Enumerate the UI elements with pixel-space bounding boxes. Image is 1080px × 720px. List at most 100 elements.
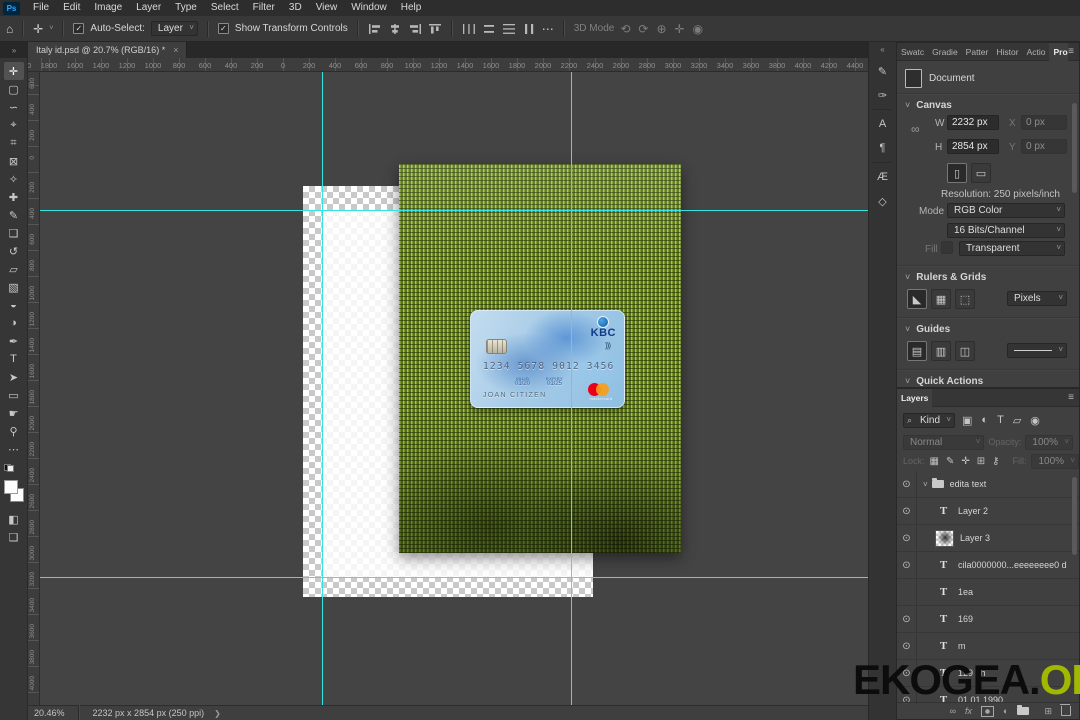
menu-edit[interactable]: Edit	[56, 0, 87, 16]
zoom-level[interactable]: 20.46%	[34, 708, 65, 718]
dodge-tool[interactable]: ◑	[4, 314, 24, 332]
panel-menu-icon[interactable]: ≡	[1068, 46, 1074, 57]
guides-toggle-icon[interactable]: ▤	[907, 341, 927, 361]
show-transform-checkbox[interactable]: ✓	[217, 23, 229, 34]
align-center-h-icon[interactable]	[388, 23, 402, 35]
link-dimensions-icon[interactable]: ∞	[911, 122, 920, 136]
3d-orbit-icon[interactable]: ⟲	[620, 23, 630, 35]
healing-brush-tool[interactable]: ✚	[4, 188, 24, 206]
more-options-icon[interactable]: ⋯	[542, 23, 554, 35]
layer-thumbnail[interactable]	[935, 529, 954, 547]
frame-tool[interactable]: ⊠	[4, 152, 24, 170]
snap-toggle-icon[interactable]: ⬚	[955, 289, 975, 309]
guide-vertical-1[interactable]	[322, 72, 323, 705]
status-chevron-icon[interactable]: ❯	[214, 709, 221, 718]
new-group-icon[interactable]	[1017, 705, 1030, 715]
guide-horizontal-1[interactable]	[40, 210, 868, 211]
fill-swatch[interactable]	[941, 241, 953, 254]
fill-dropdown[interactable]: Transparent	[959, 241, 1065, 256]
align-right-icon[interactable]	[408, 23, 422, 35]
visibility-toggle-icon[interactable]	[897, 579, 917, 605]
move-tool[interactable]: ✛	[3, 62, 24, 80]
layers-scrollbar[interactable]	[1072, 477, 1077, 555]
tab-properties[interactable]: Properties	[1049, 42, 1069, 61]
text-layer-icon[interactable]: T	[935, 558, 952, 573]
credit-card-image[interactable]: KBC ))) 1234 5678 9012 3456 VALID 01/20 …	[470, 310, 625, 408]
layer-name[interactable]: cila0000000...eeeeeeee0 d	[958, 560, 1067, 570]
text-layer-icon[interactable]: T	[935, 585, 952, 600]
layer-row[interactable]: ⊙ T 169	[897, 606, 1079, 633]
menu-help[interactable]: Help	[394, 0, 429, 16]
link-layers-icon[interactable]: ∞	[950, 706, 956, 716]
align-top-icon[interactable]	[428, 23, 442, 35]
foreground-color-swatch[interactable]	[3, 480, 18, 494]
brush-tool[interactable]: ✎	[4, 206, 24, 224]
tab-gradie[interactable]: Gradie	[928, 43, 962, 61]
menu-type[interactable]: Type	[168, 0, 204, 16]
layer-row[interactable]: T 1ea	[897, 579, 1079, 606]
new-layer-icon[interactable]: ⊞	[1044, 706, 1052, 717]
layer-name[interactable]: Layer 2	[958, 506, 988, 516]
quick-mask-icon[interactable]: ◧	[4, 510, 24, 528]
eraser-tool[interactable]: ▱	[4, 260, 24, 278]
visibility-toggle-icon[interactable]: ⊙	[897, 498, 917, 524]
add-mask-icon[interactable]	[981, 705, 995, 717]
paragraph-panel-icon[interactable]: ¶	[872, 137, 894, 159]
opacity-value[interactable]: 100%	[1025, 434, 1073, 450]
layer-row[interactable]: ⊙ ˅ edita text	[897, 471, 1079, 498]
object-selection-tool[interactable]: ⌖	[4, 116, 24, 134]
height-field[interactable]: 2854 px	[947, 139, 999, 154]
rulers-grids-header[interactable]: ˅ Rulers & Grids	[905, 272, 986, 283]
bit-depth-dropdown[interactable]: 16 Bits/Channel	[947, 223, 1065, 238]
tab-swatc[interactable]: Swatc	[897, 43, 928, 61]
visibility-toggle-icon[interactable]: ⊙	[897, 552, 917, 578]
3d-slide-icon[interactable]: ✛	[675, 23, 685, 35]
zoom-tool[interactable]: ⚲	[4, 422, 24, 440]
text-layer-icon[interactable]: T	[935, 639, 952, 654]
color-swatches[interactable]	[3, 480, 24, 502]
lock-transparency-icon[interactable]: ▦	[930, 456, 939, 467]
crop-tool[interactable]: ⌗	[4, 134, 24, 152]
distribute-top-icon[interactable]	[502, 23, 516, 35]
auto-select-target-dropdown[interactable]: Layer	[150, 21, 198, 36]
layer-name[interactable]: m	[958, 641, 966, 651]
width-field[interactable]: 2232 px	[947, 115, 999, 130]
layer-name[interactable]: edita text	[950, 479, 987, 489]
brushes-panel-icon[interactable]: ✑	[872, 84, 894, 106]
document-tab[interactable]: Italy id.psd @ 20.7% (RGB/16) * ×	[28, 42, 188, 58]
group-expand-icon[interactable]: ˅	[923, 480, 928, 489]
shape-tool[interactable]: ▭	[4, 386, 24, 404]
menu-image[interactable]: Image	[87, 0, 129, 16]
hand-tool[interactable]: ☛	[4, 404, 24, 422]
move-tool-icon[interactable]: ✛	[33, 23, 43, 35]
lock-all-icon[interactable]: ⚷	[992, 456, 999, 467]
menu-filter[interactable]: Filter	[246, 0, 282, 16]
smart-guides-icon[interactable]: ▥	[931, 341, 951, 361]
home-icon[interactable]: ⌂	[6, 23, 13, 35]
edit-toolbar[interactable]: ⋯	[4, 440, 24, 458]
adjustment-layer-icon[interactable]: ◐	[1003, 706, 1008, 716]
layers-fill-value[interactable]: 100%	[1031, 453, 1080, 469]
3d-panel-icon[interactable]: ◇	[872, 190, 894, 212]
tab-patter[interactable]: Patter	[962, 43, 993, 61]
ruler-horizontal[interactable]: 2000180016001400120010008006004002000200…	[28, 58, 868, 72]
kind-filter-dropdown[interactable]: ⌕ Kind	[903, 412, 956, 428]
grid-toggle-icon[interactable]: ▦	[931, 289, 951, 309]
default-colors-icon[interactable]	[4, 464, 14, 472]
properties-scrollbar[interactable]	[1072, 103, 1077, 193]
lasso-tool[interactable]: ∽	[4, 98, 24, 116]
canvas-section-header[interactable]: ˅ Canvas	[905, 100, 952, 111]
history-brush-tool[interactable]: ↺	[4, 242, 24, 260]
visibility-toggle-icon[interactable]: ⊙	[897, 471, 917, 497]
ruler-units-dropdown[interactable]: Pixels	[1007, 291, 1067, 306]
lock-artboard-icon[interactable]: ⊞	[977, 456, 985, 467]
chevron-down-icon[interactable]: ˅	[49, 25, 53, 32]
menu-file[interactable]: File	[26, 0, 56, 16]
guide-style-dropdown[interactable]	[1007, 343, 1067, 358]
dock-collapse-icon[interactable]: «	[880, 45, 884, 54]
3d-roll-icon[interactable]: ⟳	[638, 23, 648, 35]
filter-smart-objects-icon[interactable]: ◉	[1030, 414, 1040, 427]
blend-mode-dropdown[interactable]: Normal	[903, 434, 985, 450]
brush-settings-panel-icon[interactable]: ✎	[872, 60, 894, 82]
screen-mode-icon[interactable]: ❏	[4, 528, 24, 546]
